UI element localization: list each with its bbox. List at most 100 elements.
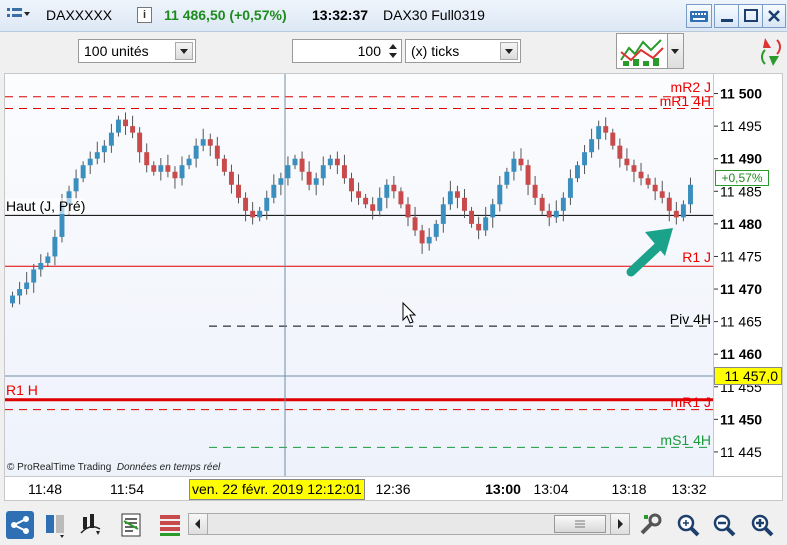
table-icon[interactable] bbox=[156, 511, 184, 539]
candle-body bbox=[553, 210, 559, 218]
list-menu-icon[interactable] bbox=[4, 4, 32, 28]
y-tick-label: 11 465 bbox=[720, 314, 762, 330]
indicator-svg bbox=[80, 514, 101, 535]
info-icon[interactable]: i bbox=[137, 7, 152, 23]
candle-body bbox=[193, 145, 199, 159]
candle-body bbox=[673, 210, 679, 218]
candle-body bbox=[271, 184, 277, 198]
candle-body bbox=[504, 171, 510, 185]
quantity-value: 100 unités bbox=[84, 43, 149, 59]
sync-icon[interactable] bbox=[759, 34, 783, 70]
y-tick-label: 11 480 bbox=[720, 216, 762, 232]
x-tick-label: 11:54 bbox=[110, 481, 144, 497]
layout-icon[interactable] bbox=[42, 511, 70, 539]
candle-body bbox=[617, 145, 623, 159]
minimize-icon bbox=[721, 19, 733, 22]
current-price-tag: 11 457,0 bbox=[714, 367, 782, 385]
list-icon[interactable] bbox=[118, 511, 146, 539]
zoom-in-icon[interactable] bbox=[748, 511, 776, 539]
candle-body bbox=[603, 126, 609, 133]
candle-body bbox=[341, 165, 347, 179]
strategy-icon[interactable] bbox=[616, 33, 668, 69]
candle-body bbox=[186, 158, 192, 166]
ticks-unit-select[interactable]: (x) ticks bbox=[405, 39, 521, 63]
price-axis[interactable]: 11 500 11 495 11 490 11 485 11 480 11 475 11 4… bbox=[714, 73, 783, 477]
candle-body bbox=[221, 158, 227, 172]
candle-body bbox=[631, 165, 637, 172]
y-tick-label: 11 450 bbox=[720, 411, 762, 427]
settings-wrench-icon[interactable] bbox=[636, 511, 664, 539]
layout-svg bbox=[46, 515, 64, 538]
candle-body bbox=[320, 165, 326, 179]
sync-svg bbox=[761, 38, 781, 66]
crosshair-date-tag: ven. 22 févr. 2019 12:12:01 bbox=[189, 479, 365, 500]
candle-body bbox=[115, 119, 121, 133]
horizontal-scrollbar[interactable] bbox=[208, 513, 610, 535]
close-button[interactable] bbox=[762, 4, 786, 28]
stepper-arrows-icon[interactable] bbox=[386, 41, 400, 61]
realtime-label: Données en temps réel bbox=[116, 462, 221, 473]
x-tick-label: 13:04 bbox=[533, 481, 568, 497]
candle-body bbox=[539, 197, 545, 211]
scroll-left-button[interactable] bbox=[188, 513, 208, 535]
minimize-button[interactable] bbox=[714, 4, 740, 28]
zoom-fit-svg bbox=[677, 514, 700, 537]
scrollbar-thumb[interactable] bbox=[554, 515, 606, 533]
candle-body bbox=[405, 204, 411, 218]
indicator-icon[interactable] bbox=[78, 511, 106, 539]
candle-body bbox=[412, 217, 418, 231]
zoom-fit-icon[interactable] bbox=[674, 511, 702, 539]
stepper-svg bbox=[389, 44, 397, 58]
candle-body bbox=[31, 269, 37, 283]
candle-body bbox=[257, 210, 263, 218]
candle-body bbox=[638, 171, 644, 179]
candle-body bbox=[334, 158, 340, 166]
candle-body bbox=[610, 132, 616, 146]
candle-body bbox=[490, 204, 496, 218]
candle-body bbox=[680, 204, 686, 218]
candle-body bbox=[236, 184, 241, 198]
y-tick-label: 11 470 bbox=[720, 281, 762, 297]
candle-body bbox=[511, 158, 517, 172]
quantity-select[interactable]: 100 unités bbox=[78, 39, 196, 63]
zoom-out-icon[interactable] bbox=[710, 511, 738, 539]
price-chart[interactable]: mR2 J mR1 4H Haut (J, Pré) R1 J Piv 4H R… bbox=[4, 73, 714, 477]
candle-body bbox=[659, 191, 665, 198]
scroll-right-button[interactable] bbox=[610, 513, 630, 535]
candle-body bbox=[483, 217, 489, 231]
ticks-stepper[interactable]: 100 bbox=[292, 39, 402, 63]
keyboard-svg bbox=[690, 11, 708, 22]
share-svg bbox=[11, 516, 29, 534]
price-change: (+0,57%) bbox=[229, 7, 287, 23]
list-svg bbox=[121, 513, 141, 537]
chevron-down-icon[interactable] bbox=[500, 42, 518, 60]
candle-body bbox=[518, 158, 524, 166]
candle-body bbox=[24, 282, 30, 290]
keyboard-icon[interactable] bbox=[686, 4, 712, 28]
x-tick-label: 13:00 bbox=[485, 481, 521, 497]
time-axis[interactable]: 11:48 11:54 12:36 13:00 13:04 13:18 13:32 ven.… bbox=[4, 477, 783, 501]
chevron-down-icon[interactable] bbox=[175, 42, 193, 60]
copyright-text: © ProRealTime Trading Données en temps r… bbox=[7, 462, 220, 473]
candle-body bbox=[10, 295, 16, 304]
candle-body bbox=[243, 197, 249, 211]
candle-body bbox=[652, 184, 658, 192]
maximize-button[interactable] bbox=[738, 4, 764, 28]
ticks-value: 100 bbox=[357, 43, 381, 59]
symbol-label[interactable]: DAXXXXX bbox=[46, 7, 112, 23]
candle-body bbox=[306, 171, 312, 185]
candle-body bbox=[532, 184, 538, 198]
share-icon[interactable] bbox=[6, 511, 34, 539]
y-tick-label: 11 490 bbox=[720, 151, 762, 167]
strategy-dropdown-button[interactable] bbox=[668, 33, 684, 69]
candle-body bbox=[38, 262, 44, 270]
candle-body bbox=[440, 204, 446, 224]
candlestick-chart[interactable] bbox=[5, 74, 714, 477]
candle-body bbox=[349, 178, 354, 192]
candle-body bbox=[144, 152, 150, 166]
candle-body bbox=[264, 197, 270, 211]
strategy-svg bbox=[620, 39, 664, 66]
candle-body bbox=[419, 230, 425, 244]
candle-body bbox=[207, 139, 213, 146]
change-badge: +0,57% bbox=[715, 170, 769, 186]
